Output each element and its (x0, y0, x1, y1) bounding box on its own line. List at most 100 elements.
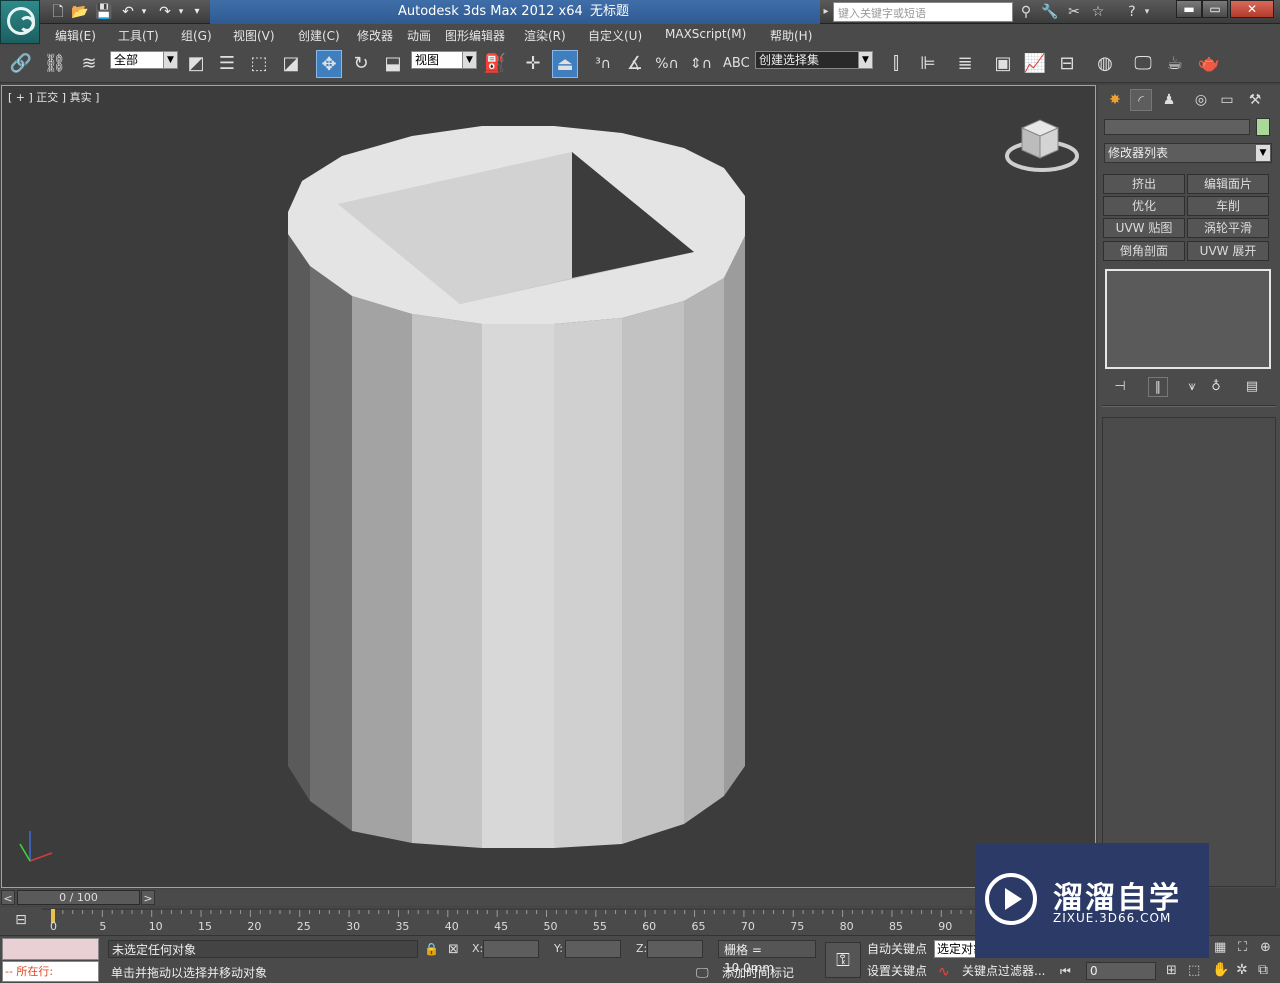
uvw-map-button[interactable]: UVW 贴图 (1103, 218, 1185, 238)
pin-stack-icon[interactable]: ⊣ (1110, 377, 1130, 397)
close-button[interactable]: ✕ (1230, 0, 1274, 18)
window-crossing-icon[interactable]: ◪ (278, 50, 304, 78)
key-filters-button[interactable]: 关键点过滤器... (962, 961, 1045, 981)
utilities-tab-icon[interactable]: ⚒ (1244, 89, 1266, 111)
time-tag-icon[interactable]: 🖵 (696, 966, 709, 981)
make-unique-icon[interactable]: ⩛ (1182, 377, 1202, 397)
optimize-button[interactable]: 优化 (1103, 196, 1185, 216)
open-file-icon[interactable]: 📂 (70, 3, 90, 21)
menu-maxscript[interactable]: MAXScript(M) (665, 27, 746, 41)
y-coord-field[interactable] (565, 940, 621, 958)
layer-manager-icon[interactable]: ≣ (952, 50, 978, 78)
lock-selection-icon[interactable]: 🔒 (424, 942, 439, 956)
menu-group[interactable]: 组(G) (181, 27, 212, 44)
select-and-move-icon[interactable]: ✥ (316, 50, 342, 78)
edit-patch-button[interactable]: 编辑面片 (1187, 174, 1269, 194)
orbit-icon[interactable]: ✲ (1236, 962, 1248, 978)
time-slider-thumb[interactable]: 0 / 100 (17, 890, 140, 905)
select-by-name-icon[interactable]: ☰ (214, 50, 240, 78)
configure-modifier-sets-icon[interactable]: ▤ (1242, 377, 1262, 397)
keyboard-shortcut-override-icon[interactable]: ⏏ (552, 50, 578, 78)
align-icon[interactable]: ⊫ (915, 50, 941, 78)
edit-named-selection-icon[interactable]: ABC (723, 50, 750, 78)
pivot-center-icon[interactable]: ⛽ (482, 50, 508, 78)
app-menu-button[interactable] (0, 0, 40, 44)
help-icon[interactable]: ? (1122, 3, 1142, 21)
show-end-result-icon[interactable]: ∥ (1148, 377, 1168, 397)
render-production-icon[interactable]: 🫖 (1196, 50, 1222, 78)
new-file-icon[interactable]: 🗋 (48, 3, 68, 21)
key-mode-toggle-icon[interactable]: ⏮ (1060, 964, 1071, 979)
snaps-toggle-icon[interactable]: ³∩ (590, 50, 616, 78)
z-coord-field[interactable] (647, 940, 703, 958)
menu-modifiers[interactable]: 修改器 (357, 27, 393, 44)
track-bar[interactable]: ⊟ 0 5 10 15 20 25 30 35 40 45 50 55 60 65 70 75 80 85 90 (0, 907, 975, 935)
favorites-star-icon[interactable]: ☆ (1088, 3, 1108, 21)
select-object-icon[interactable]: ◩ (183, 50, 209, 78)
selection-filter-dropdown[interactable]: 全部 ▼ (110, 51, 178, 69)
spinner-snap-icon[interactable]: ⇕∩ (688, 50, 714, 78)
select-and-link-icon[interactable]: 🔗 (8, 50, 34, 78)
menu-customize[interactable]: 自定义(U) (588, 27, 642, 44)
lathe-button[interactable]: 车削 (1187, 196, 1269, 216)
select-and-scale-icon[interactable]: ⬓ (380, 50, 406, 78)
cylinder-object[interactable] (288, 126, 745, 848)
menu-help[interactable]: 帮助(H) (770, 27, 812, 44)
angle-snap-icon[interactable]: ∡ (622, 50, 648, 78)
mirror-icon[interactable]: ⫿ (883, 50, 909, 78)
schematic-view-icon[interactable]: ⊟ (1054, 50, 1080, 78)
search-input[interactable]: 键入关键字或短语 (833, 2, 1013, 22)
remove-modifier-icon[interactable]: ♁ (1206, 377, 1226, 397)
extrude-button[interactable]: 挤出 (1103, 174, 1185, 194)
bevel-profile-button[interactable]: 倒角剖面 (1103, 241, 1185, 261)
object-color-swatch[interactable] (1256, 118, 1270, 136)
display-tab-icon[interactable]: ▭ (1216, 89, 1238, 111)
zoom-all-icon[interactable]: ▦ (1214, 940, 1226, 955)
select-and-rotate-icon[interactable]: ↻ (348, 50, 374, 78)
set-key-button[interactable]: 设置关键点 (867, 961, 927, 981)
help-dropdown-icon[interactable]: ▾ (1142, 3, 1152, 21)
rectangular-selection-icon[interactable]: ⬚ (246, 50, 272, 78)
material-editor-icon[interactable]: ◍ (1092, 50, 1118, 78)
rendered-frame-window-icon[interactable]: ☕ (1162, 50, 1188, 78)
add-time-tag-button[interactable]: 添加时间标记 (722, 964, 822, 982)
minimize-button[interactable]: ▬ (1176, 0, 1202, 18)
zoom-extents-icon[interactable]: ⬚ (1188, 963, 1200, 978)
hierarchy-tab-icon[interactable]: ♟ (1158, 89, 1180, 111)
key-mode-curve-icon[interactable]: ∿ (938, 964, 950, 980)
save-icon[interactable]: 💾 (94, 3, 114, 21)
maxscript-listener-input[interactable] (2, 938, 99, 960)
modifier-stack-list[interactable] (1105, 269, 1271, 369)
previous-frame-arrow-icon[interactable]: < (1, 890, 15, 905)
quick-access-dropdown-icon[interactable]: ▾ (190, 3, 204, 21)
current-frame-field[interactable]: 0 (1086, 962, 1156, 980)
menu-views[interactable]: 视图(V) (233, 27, 275, 44)
viewcube[interactable] (1005, 119, 1079, 172)
render-setup-icon[interactable]: 🖵 (1130, 50, 1156, 78)
menu-tools[interactable]: 工具(T) (118, 27, 159, 44)
info-center-arrow-icon[interactable]: ▸ (820, 3, 832, 21)
undo-icon[interactable]: ↶ (118, 3, 138, 21)
modifier-list-dropdown[interactable]: 修改器列表 ▼ (1104, 143, 1272, 163)
maximize-viewport-icon[interactable]: ⧉ (1258, 962, 1268, 978)
menu-edit[interactable]: 编辑(E) (55, 27, 96, 44)
x-coord-field[interactable] (483, 940, 539, 958)
modify-tab-icon[interactable]: ◜ (1130, 89, 1152, 111)
menu-rendering[interactable]: 渲染(R) (524, 27, 566, 44)
manipulate-icon[interactable]: ✛ (520, 50, 546, 78)
curve-editor-icon[interactable]: 📈 (1022, 50, 1048, 78)
object-name-input[interactable] (1104, 119, 1250, 135)
field-of-view-icon[interactable]: ⊕ (1260, 940, 1271, 955)
maxscript-mini-listener[interactable]: -- 所在行: (2, 961, 99, 982)
bind-to-space-warp-icon[interactable]: ≋ (76, 50, 102, 78)
create-tab-icon[interactable]: ✸ (1104, 89, 1126, 111)
maximize-button[interactable]: ▭ (1202, 0, 1228, 18)
selected-objects-dropdown[interactable]: 选定对象 (934, 940, 976, 958)
named-selection-dropdown[interactable]: 创建选择集 ▼ (755, 51, 873, 69)
perspective-viewport[interactable]: [ + ] 正交 ] 真实 ] (1, 85, 1096, 888)
graphite-modeling-tools-icon[interactable]: ▣ (990, 50, 1016, 78)
time-slider[interactable]: < 0 / 100 > (0, 889, 975, 906)
redo-icon[interactable]: ↷ (155, 3, 175, 21)
turbosmooth-button[interactable]: 涡轮平滑 (1187, 218, 1269, 238)
set-key-icon[interactable]: ⚿ (825, 942, 861, 978)
